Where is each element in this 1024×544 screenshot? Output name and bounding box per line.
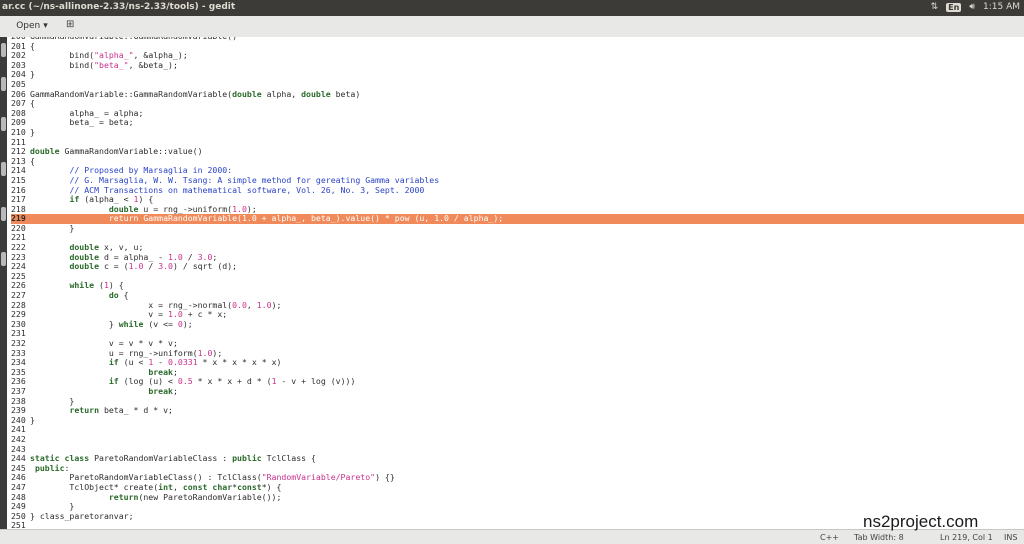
line-text: bind("beta_", &beta_); — [30, 59, 178, 70]
line-text: public: — [34, 462, 70, 473]
line-text: GammaRandomVariable::GammaRandomVariable… — [30, 88, 361, 99]
line-text: double c = (1.0 / 3.0) / sqrt (d); — [69, 261, 238, 272]
code-line[interactable]: 208 alpha_ = alpha; — [11, 107, 1024, 119]
volume-icon[interactable]: 🔊︎ — [969, 2, 975, 12]
open-button-label: Open — [16, 21, 41, 31]
line-text: double u = rng_->uniform(1.0); — [108, 203, 257, 214]
language-selector[interactable]: C++ — [820, 533, 839, 542]
code-line[interactable]: 230 } while (v <= 0); — [11, 318, 1024, 330]
line-text: } while (v <= 0); — [30, 318, 193, 329]
code-lines[interactable]: 200GammaRandomVariable::GammaRandomVaria… — [11, 37, 1024, 529]
code-line[interactable]: 221 — [11, 233, 1024, 243]
code-line[interactable]: 212 double GammaRandomVariable::value() — [11, 146, 1024, 157]
line-text: } — [30, 395, 75, 406]
top-panel: ar.cc (~/ns-allinone-2.33/ns-2.33/tools)… — [0, 0, 1024, 16]
line-text: if (alpha_ < 1) { — [69, 194, 154, 205]
code-line[interactable]: 207{ — [11, 98, 1024, 109]
line-text: return GammaRandomVariable(1.0 + alpha_,… — [30, 213, 504, 224]
line-text: x = rng_->normal(0.0, 1.0); — [30, 299, 282, 310]
watermark: ns2project.com — [863, 512, 979, 531]
line-text: { — [30, 98, 35, 109]
chevron-down-icon: ▾ — [43, 21, 48, 31]
launcher-app-icon[interactable] — [1, 252, 6, 266]
network-icon[interactable]: ⇅ — [931, 2, 939, 12]
launcher-app-icon[interactable] — [1, 162, 6, 176]
code-line[interactable]: 248 return(new ParetoRandomVariable()); — [11, 491, 1024, 503]
line-text: bind("alpha_", &alpha_); — [30, 50, 188, 61]
launcher-app-icon[interactable] — [1, 77, 6, 91]
line-text: break; — [148, 366, 178, 377]
line-text: } — [30, 501, 75, 512]
code-line[interactable]: 206 GammaRandomVariable::GammaRandomVaria… — [11, 88, 1024, 100]
code-line[interactable]: 241 — [11, 425, 1024, 435]
line-text: v = v * v * v; — [30, 338, 178, 348]
line-text: // Proposed by Marsaglia in 2000: — [69, 165, 233, 176]
code-line[interactable]: 249 } — [11, 501, 1024, 512]
line-text: ParetoRandomVariableClass() : TclClass("… — [30, 472, 395, 483]
launcher-app-icon[interactable] — [1, 207, 6, 221]
cursor-position: Ln 219, Col 1 — [940, 533, 993, 542]
line-text: { — [30, 40, 35, 51]
code-line[interactable]: 220 } — [11, 222, 1024, 234]
tab-width-selector[interactable]: Tab Width: 8 — [854, 533, 904, 542]
line-text: // G. Marsaglia, W. W. Tsang: A simple m… — [69, 174, 440, 185]
line-text: double d = alpha_ - 1.0 / 3.0; — [69, 251, 218, 262]
line-text: } — [30, 222, 75, 233]
code-line[interactable]: 204} — [11, 70, 1024, 80]
open-button[interactable]: Open ▾ — [12, 18, 52, 34]
line-text: return(new ParetoRandomVariable()); — [108, 491, 282, 502]
code-line[interactable]: 216 // ACM Transactions on mathematical … — [11, 184, 1024, 196]
line-text: beta_ = beta; — [30, 117, 134, 128]
code-line[interactable]: 244 static class ParetoRandomVariableClas… — [11, 453, 1024, 464]
line-text: u = rng_->uniform(1.0); — [30, 347, 223, 358]
window-title: ar.cc (~/ns-allinone-2.33/ns-2.33/tools)… — [2, 2, 236, 12]
code-line[interactable]: 225 — [11, 271, 1024, 282]
line-text: break; — [148, 385, 178, 396]
launcher-app-icon[interactable] — [1, 117, 6, 131]
line-text: if (log (u) < 0.5 * x * x + d * (1 - v +… — [108, 376, 356, 387]
code-line[interactable]: 210} — [11, 126, 1024, 138]
line-text: v = 1.0 + c * x; — [30, 309, 228, 320]
code-line[interactable]: 224 double c = (1.0 / 3.0) / sqrt (d); — [11, 261, 1024, 272]
code-line[interactable]: 240} — [11, 414, 1024, 426]
line-text: } — [30, 414, 35, 425]
keyboard-layout-indicator[interactable]: En — [946, 2, 962, 12]
launcher-app-icon[interactable] — [1, 43, 6, 57]
header-bar: Open ▾ ⊞ — [0, 16, 1024, 38]
code-line[interactable]: 239 return beta_ * d * v; — [11, 405, 1024, 416]
line-text: TclObject* create(int, const char*const*… — [30, 481, 282, 492]
system-tray: ⇅ En 🔊︎ 1:15 AM — [931, 2, 1020, 12]
line-number: 251 — [11, 520, 26, 529]
line-text: static class ParetoRandomVariableClass :… — [30, 453, 316, 464]
code-line[interactable]: 219 return GammaRandomVariable(1.0 + alp… — [11, 213, 1024, 224]
clock[interactable]: 1:15 AM — [983, 2, 1020, 12]
launcher-strip — [0, 37, 7, 543]
code-line[interactable]: 209 beta_ = beta; — [11, 118, 1024, 128]
line-text: GammaRandomVariable::GammaRandomVariable… — [30, 37, 237, 41]
line-text: double x, v, u; — [69, 242, 144, 253]
line-text: return beta_ * d * v; — [69, 405, 173, 416]
code-line[interactable]: 242 — [11, 434, 1024, 445]
code-line[interactable]: 226 while (1) { — [11, 281, 1024, 291]
line-text: if (u < 1 - 0.0331 * x * x * x * x) — [108, 357, 282, 368]
line-text: double GammaRandomVariable::value() — [30, 146, 203, 157]
line-text: do { — [108, 290, 129, 301]
line-text: } — [30, 69, 35, 80]
new-tab-icon[interactable]: ⊞ — [66, 19, 78, 32]
line-text: // ACM Transactions on mathematical soft… — [69, 184, 425, 195]
code-line[interactable]: 237 break; — [11, 385, 1024, 397]
insert-mode: INS — [1004, 533, 1018, 542]
code-editor[interactable]: 200GammaRandomVariable::GammaRandomVaria… — [7, 37, 1024, 529]
line-text: } class_paretoranvar; — [30, 510, 134, 521]
line-text: } — [30, 126, 35, 137]
code-line[interactable]: 203 bind("beta_", &beta_); — [11, 59, 1024, 71]
line-text: while (1) { — [69, 280, 124, 291]
line-text: alpha_ = alpha; — [30, 107, 144, 118]
line-text: { — [30, 155, 35, 166]
